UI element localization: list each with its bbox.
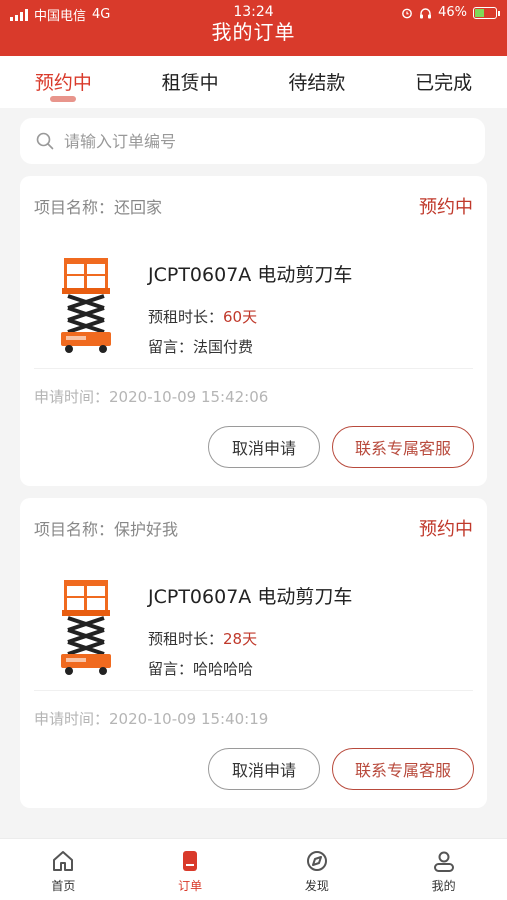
order-icon [183, 851, 198, 871]
tabbar-label: 订单 [178, 879, 203, 893]
message-value: 哈哈哈哈 [193, 660, 254, 678]
tab-label: 预约中 [34, 72, 92, 94]
duration-label: 预租时长： [148, 308, 224, 326]
discover-icon [306, 851, 327, 871]
tab-pending-payment[interactable]: 待结款 [254, 56, 381, 108]
tabbar-item-profile[interactable]: 我的 [380, 839, 507, 900]
scissor-lift-image [61, 580, 111, 675]
app-header: 中国电信 4G 13:24 46% 我的订单 [0, 0, 507, 56]
tab-reserved[interactable]: 预约中 [0, 56, 127, 108]
tabbar-label: 我的 [431, 879, 456, 893]
rental-duration: 预租时长：60天 [148, 306, 257, 327]
project-label: 项目名称： [34, 520, 115, 539]
product-name: JCPT0607A 电动剪刀车 [148, 586, 353, 608]
divider [34, 368, 473, 369]
apply-time-label: 申请时间： [34, 388, 110, 406]
profile-icon [433, 851, 454, 872]
order-card[interactable]: 项目名称：还回家 预约中 JCPT0607A 电动剪刀车 预租时长：60天 留言… [20, 176, 487, 486]
apply-time: 申请时间：2020-10-09 15:42:06 [34, 386, 268, 407]
contact-service-button[interactable]: 联系专属客服 [332, 748, 474, 790]
order-message: 留言：哈哈哈哈 [148, 658, 253, 679]
search-bar[interactable] [20, 118, 485, 164]
status-badge: 预约中 [419, 519, 473, 540]
tabbar-label: 发现 [304, 879, 329, 893]
tab-label: 待结款 [288, 72, 346, 94]
card-header: 项目名称：还回家 预约中 [34, 194, 473, 218]
bottom-tab-bar: 首页 订单 发现 我的 [0, 838, 507, 900]
duration-value: 28天 [223, 630, 258, 648]
active-tab-indicator [50, 96, 77, 102]
tab-renting[interactable]: 租赁中 [127, 56, 254, 108]
search-input[interactable] [64, 131, 485, 151]
product-name: JCPT0607A 电动剪刀车 [148, 264, 353, 286]
project-name: 还回家 [114, 198, 163, 217]
order-status-tabs: 预约中 租赁中 待结款 已完成 [0, 56, 507, 108]
tab-completed[interactable]: 已完成 [380, 56, 507, 108]
tabbar-label: 首页 [51, 879, 76, 893]
apply-time-value: 2020-10-09 15:42:06 [109, 388, 269, 406]
message-label: 留言： [148, 660, 194, 678]
project-name: 保护好我 [114, 520, 179, 539]
tab-label: 租赁中 [161, 72, 219, 94]
tabbar-item-discover[interactable]: 发现 [254, 839, 381, 900]
card-header: 项目名称：保护好我 预约中 [34, 516, 473, 540]
duration-label: 预租时长： [148, 630, 224, 648]
apply-time: 申请时间：2020-10-09 15:40:19 [34, 708, 268, 729]
order-card[interactable]: 项目名称：保护好我 预约中 JCPT0607A 电动剪刀车 预租时长：28天 留… [20, 498, 487, 808]
project-label: 项目名称： [34, 198, 115, 217]
tab-label: 已完成 [415, 72, 473, 94]
order-message: 留言：法国付费 [148, 336, 253, 357]
rental-duration: 预租时长：28天 [148, 628, 257, 649]
cancel-application-button[interactable]: 取消申请 [208, 426, 320, 468]
duration-value: 60天 [223, 308, 258, 326]
scissor-lift-image [61, 258, 111, 353]
tabbar-item-orders[interactable]: 订单 [127, 839, 254, 900]
apply-time-label: 申请时间： [34, 710, 110, 728]
cancel-application-button[interactable]: 取消申请 [208, 748, 320, 790]
page-title: 我的订单 [211, 20, 296, 44]
divider [34, 690, 473, 691]
tabbar-item-home[interactable]: 首页 [0, 839, 127, 900]
apply-time-value: 2020-10-09 15:40:19 [109, 710, 269, 728]
message-label: 留言： [148, 338, 194, 356]
status-badge: 预约中 [419, 197, 473, 218]
contact-service-button[interactable]: 联系专属客服 [332, 426, 474, 468]
message-value: 法国付费 [193, 338, 254, 356]
home-icon [53, 851, 74, 871]
search-icon [36, 132, 54, 150]
